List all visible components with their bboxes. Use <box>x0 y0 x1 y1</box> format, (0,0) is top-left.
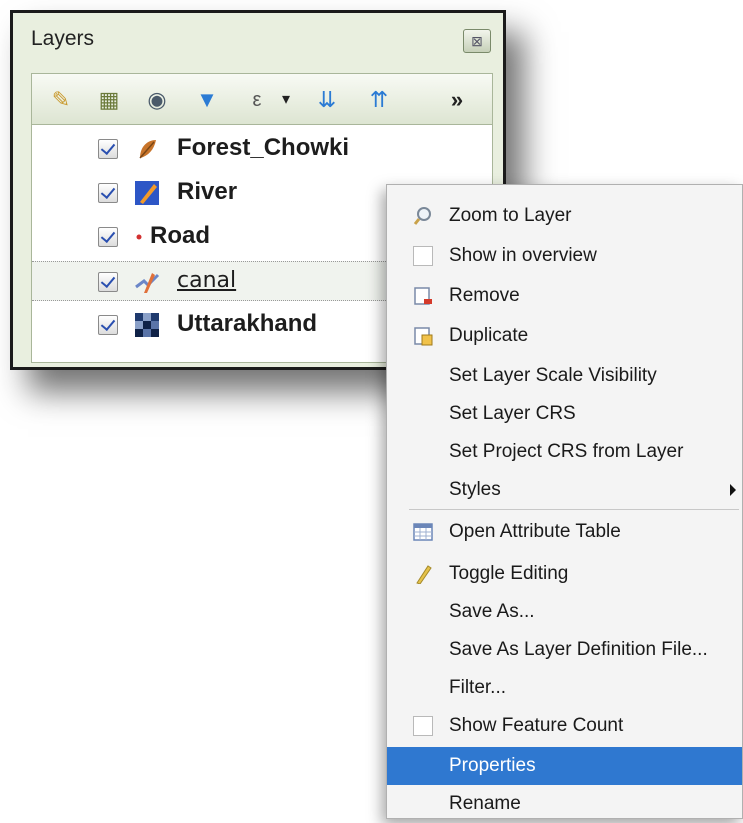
zoom-icon <box>413 207 431 225</box>
menu-item-show-feature-count[interactable]: Show Feature Count <box>387 707 742 745</box>
menu-item-label: Toggle Editing <box>449 563 569 584</box>
menu-item-show-in-overview[interactable]: Show in overview <box>387 237 742 275</box>
menu-item-label: Styles <box>449 479 501 500</box>
menu-item-label: Rename <box>449 793 521 814</box>
menu-item-label: Save As Layer Definition File... <box>449 639 708 660</box>
dock-close-icon[interactable]: ⊠ <box>463 29 491 53</box>
filter-by-expression-icon[interactable]: ε <box>242 87 272 113</box>
layers-toolbar: ✎ ▦ ◉ ▼ ε ▾ ⇊ ⇈ » <box>31 73 493 125</box>
menu-item-styles[interactable]: Styles <box>387 471 742 509</box>
table-icon <box>413 523 433 541</box>
filter-legend-icon[interactable]: ▼ <box>192 87 222 113</box>
menu-item-filter[interactable]: Filter... <box>387 669 742 707</box>
layer-visibility-checkbox[interactable] <box>98 272 118 292</box>
menu-item-set-layer-crs[interactable]: Set Layer CRS <box>387 395 742 433</box>
menu-item-label: Show in overview <box>449 245 597 266</box>
collapse-all-icon[interactable]: ⇈ <box>364 87 394 113</box>
menu-item-label: Show Feature Count <box>449 715 624 736</box>
panel-title: Layers <box>31 27 95 50</box>
menu-item-properties[interactable]: Properties <box>387 747 742 785</box>
layer-label: Road <box>150 222 210 249</box>
menu-item-label: Duplicate <box>449 325 529 346</box>
expand-all-icon[interactable]: ⇊ <box>312 87 342 113</box>
layer-label: Forest_Chowki <box>177 134 350 161</box>
checkbox-icon <box>413 716 433 736</box>
layer-row-forest-chowki[interactable]: Forest_Chowki <box>32 129 492 169</box>
menu-item-open-attribute-table[interactable]: Open Attribute Table <box>387 513 742 551</box>
menu-item-save-as[interactable]: Save As... <box>387 593 742 631</box>
menu-item-duplicate[interactable]: Duplicate <box>387 317 742 355</box>
layer-visibility-checkbox[interactable] <box>98 139 118 159</box>
menu-item-zoom-to-layer[interactable]: Zoom to Layer <box>387 197 742 235</box>
duplicate-icon <box>414 327 433 346</box>
submenu-arrow-icon <box>730 484 736 496</box>
menu-item-set-project-crs[interactable]: Set Project CRS from Layer <box>387 433 742 471</box>
remove-icon <box>414 287 432 305</box>
menu-item-label: Zoom to Layer <box>449 205 572 226</box>
menu-item-label: Open Attribute Table <box>449 521 621 542</box>
menu-item-label: Set Layer Scale Visibility <box>449 365 657 386</box>
layer-label: Uttarakhand <box>177 310 318 337</box>
menu-item-label: Filter... <box>449 677 507 698</box>
raster-layer-icon <box>135 313 159 337</box>
point-layer-icon <box>139 140 156 159</box>
menu-item-label: Save As... <box>449 601 535 622</box>
manage-visibility-icon[interactable]: ◉ <box>142 87 172 113</box>
menu-item-set-layer-scale-visibility[interactable]: Set Layer Scale Visibility <box>387 357 742 395</box>
menu-item-save-as-layer-definition[interactable]: Save As Layer Definition File... <box>387 631 742 669</box>
pencil-icon <box>416 565 432 584</box>
menu-item-toggle-editing[interactable]: Toggle Editing <box>387 555 742 593</box>
line-layer-icon <box>135 181 159 205</box>
line-edit-layer-icon <box>135 273 160 293</box>
menu-separator <box>409 509 739 510</box>
layer-label: canal <box>177 268 237 293</box>
dropdown-arrow-icon[interactable]: ▾ <box>276 87 296 113</box>
layer-visibility-checkbox[interactable] <box>98 315 118 335</box>
checkbox-icon <box>413 246 433 266</box>
menu-item-rename[interactable]: Rename <box>387 785 742 823</box>
layer-visibility-checkbox[interactable] <box>98 183 118 203</box>
menu-item-label: Set Layer CRS <box>449 403 576 424</box>
menu-item-remove[interactable]: Remove <box>387 277 742 315</box>
layer-label: River <box>177 178 238 205</box>
style-brush-icon[interactable]: ✎ <box>46 87 76 113</box>
layer-context-menu: Zoom to Layer Show in overview Remove Du… <box>386 184 743 819</box>
more-tools-icon[interactable]: » <box>442 87 472 113</box>
menu-item-label: Set Project CRS from Layer <box>449 441 684 462</box>
road-dot-icon <box>136 234 142 240</box>
add-group-icon[interactable]: ▦ <box>94 87 124 113</box>
menu-item-label: Properties <box>449 755 536 776</box>
menu-item-label: Remove <box>449 285 520 306</box>
layer-visibility-checkbox[interactable] <box>98 227 118 247</box>
